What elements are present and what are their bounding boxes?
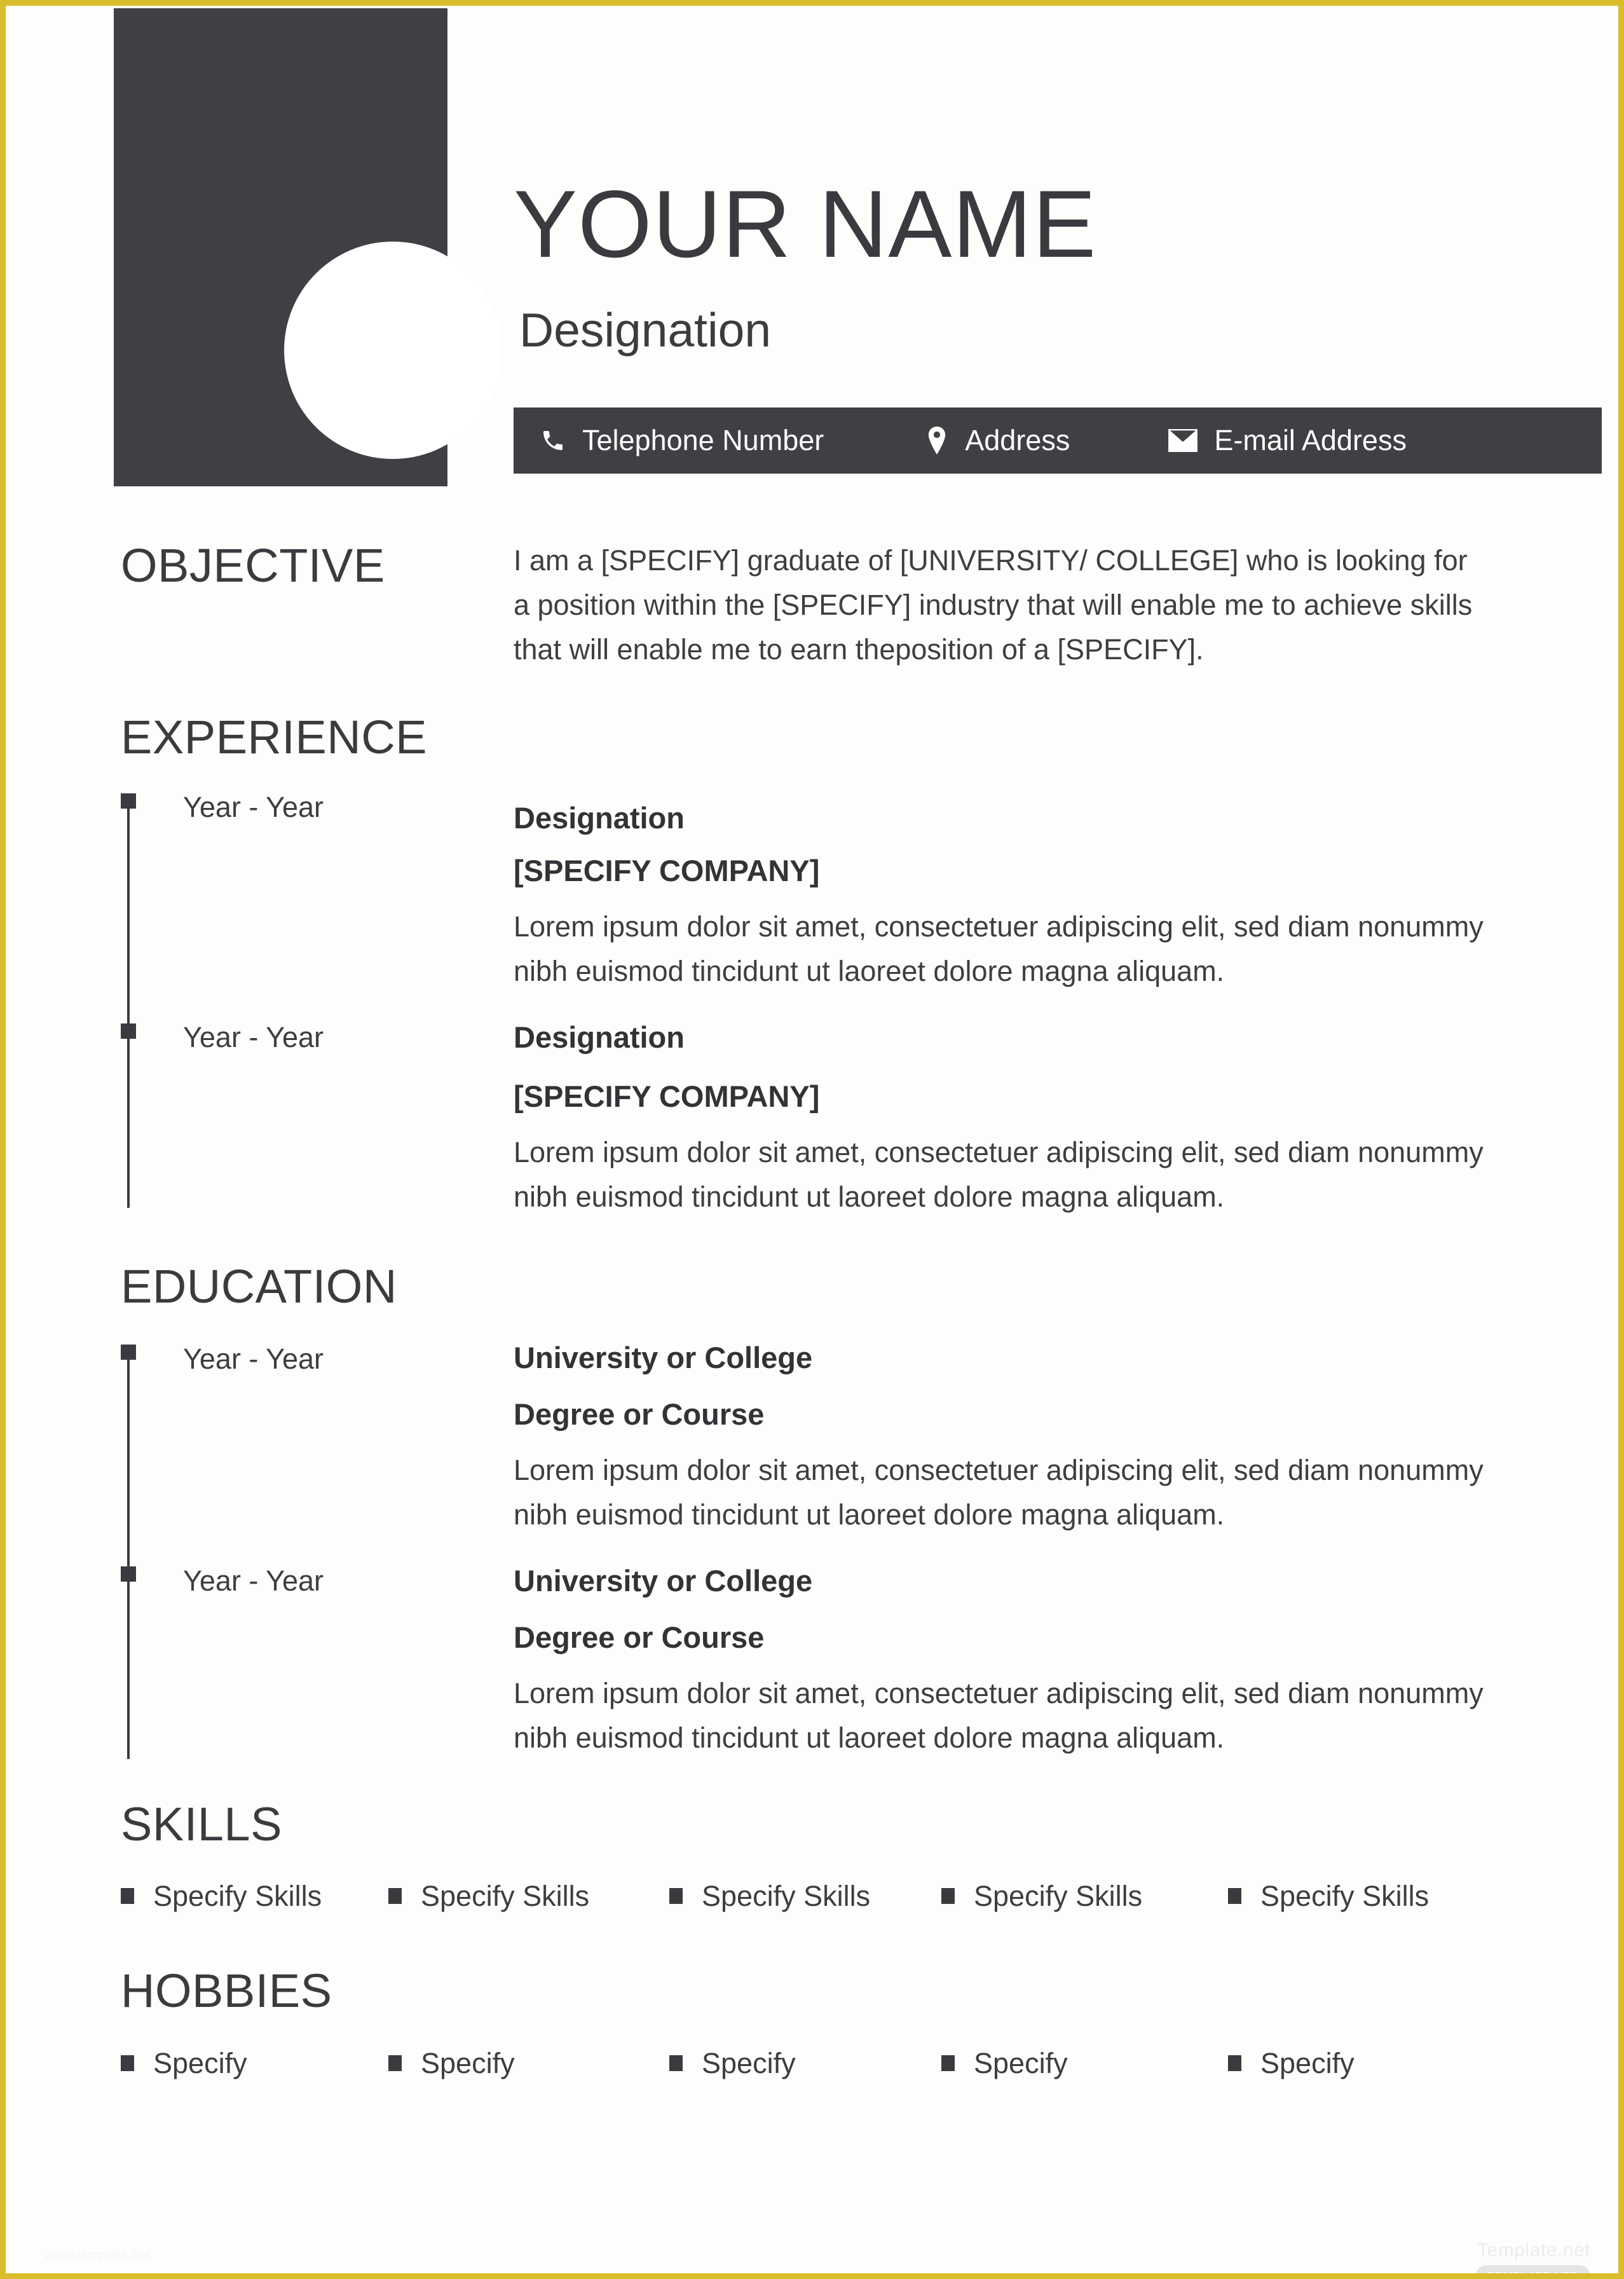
section-heading-experience: EXPERIENCE xyxy=(121,711,428,763)
timeline-marker xyxy=(121,1566,136,1582)
skill-label: Specify Skills xyxy=(421,1880,590,1912)
page-title: YOUR NAME xyxy=(514,170,1097,277)
contact-bar: Telephone Number Address E-mail Address xyxy=(514,407,1602,474)
watermark-brand-text: Template.net xyxy=(1477,2240,1590,2261)
experience-timeline-line xyxy=(127,801,130,1208)
contact-label-telephone: Telephone Number xyxy=(582,424,824,456)
hobby-label: Specify xyxy=(702,2047,796,2079)
contact-label-email: E-mail Address xyxy=(1214,424,1407,456)
section-heading-skills: SKILLS xyxy=(121,1798,282,1851)
skill-label: Specify Skills xyxy=(974,1880,1143,1912)
education-body: Lorem ipsum dolor sit amet, consectetuer… xyxy=(514,1677,1484,1754)
education-timeline-line xyxy=(127,1352,130,1759)
bullet-square-icon xyxy=(941,2055,955,2071)
hobby-label: Specify xyxy=(153,2047,247,2079)
objective-body: I am a [SPECIFY] graduate of [UNIVERSITY… xyxy=(514,544,1473,666)
bullet-square-icon xyxy=(121,2055,134,2071)
watermark-badge: TEMPLATE.NET xyxy=(1475,2265,1590,2273)
skill-item: Specify Skills xyxy=(121,1882,322,1910)
skill-item: Specify Skills xyxy=(1228,1882,1429,1910)
bullet-square-icon xyxy=(121,1888,134,1904)
timeline-marker xyxy=(121,1023,136,1039)
experience-company: [SPECIFY COMPANY] xyxy=(514,1079,820,1113)
education-degree: Degree or Course xyxy=(514,1620,765,1654)
designation-subtitle: Designation xyxy=(519,303,772,357)
bullet-square-icon xyxy=(1228,1888,1241,1904)
skill-item: Specify Skills xyxy=(941,1882,1142,1910)
skill-label: Specify Skills xyxy=(702,1880,871,1912)
skill-label: Specify Skills xyxy=(1260,1880,1430,1912)
experience-year: Year - Year xyxy=(183,1021,324,1053)
hobby-label: Specify xyxy=(421,2047,515,2079)
experience-body: Lorem ipsum dolor sit amet, consectetuer… xyxy=(514,910,1484,987)
bullet-square-icon xyxy=(941,1888,955,1904)
education-year: Year - Year xyxy=(183,1564,324,1597)
hobby-label: Specify xyxy=(1260,2047,1354,2079)
section-heading-education: EDUCATION xyxy=(121,1260,397,1313)
bullet-square-icon xyxy=(669,2055,683,2071)
education-school: University or College xyxy=(514,1341,813,1374)
watermark-left: www.template.net xyxy=(45,2248,151,2262)
phone-icon xyxy=(540,428,566,453)
timeline-marker xyxy=(121,793,136,809)
bullet-square-icon xyxy=(1228,2055,1241,2071)
photo-panel xyxy=(114,8,502,486)
hobby-item: Specify xyxy=(1228,2049,1354,2077)
skill-item: Specify Skills xyxy=(669,1882,870,1910)
avatar xyxy=(284,242,502,459)
education-degree: Degree or Course xyxy=(514,1397,765,1431)
page-inner: YOUR NAME Designation Telephone Number A… xyxy=(6,6,1618,2273)
location-pin-icon xyxy=(925,427,948,455)
experience-year: Year - Year xyxy=(183,791,324,823)
bullet-square-icon xyxy=(669,1888,683,1904)
skill-label: Specify Skills xyxy=(153,1880,322,1912)
experience-title: Designation xyxy=(514,801,685,835)
timeline-marker xyxy=(121,1345,136,1360)
contact-item-address[interactable]: Address xyxy=(925,424,1070,457)
resume-page: YOUR NAME Designation Telephone Number A… xyxy=(0,0,1624,2279)
experience-body: Lorem ipsum dolor sit amet, consectetuer… xyxy=(514,1136,1484,1213)
education-year: Year - Year xyxy=(183,1343,324,1375)
experience-company: [SPECIFY COMPANY] xyxy=(514,854,820,887)
experience-title: Designation xyxy=(514,1020,685,1054)
hobby-item: Specify xyxy=(388,2049,515,2077)
contact-label-address: Address xyxy=(965,424,1070,456)
contact-item-email[interactable]: E-mail Address xyxy=(1168,424,1407,457)
hobby-label: Specify xyxy=(974,2047,1068,2079)
hobby-item: Specify xyxy=(941,2049,1068,2077)
education-school: University or College xyxy=(514,1564,813,1598)
skill-item: Specify Skills xyxy=(388,1882,589,1910)
watermark-right: Template.net TEMPLATE.NET xyxy=(1475,2240,1590,2273)
hobby-item: Specify xyxy=(669,2049,796,2077)
hobby-item: Specify xyxy=(121,2049,247,2077)
section-heading-hobbies: HOBBIES xyxy=(121,1964,332,2017)
contact-item-telephone[interactable]: Telephone Number xyxy=(540,424,824,457)
bullet-square-icon xyxy=(388,2055,402,2071)
education-body: Lorem ipsum dolor sit amet, consectetuer… xyxy=(514,1454,1484,1531)
envelope-icon xyxy=(1168,429,1198,452)
bullet-square-icon xyxy=(388,1888,402,1904)
section-heading-objective: OBJECTIVE xyxy=(121,539,385,592)
